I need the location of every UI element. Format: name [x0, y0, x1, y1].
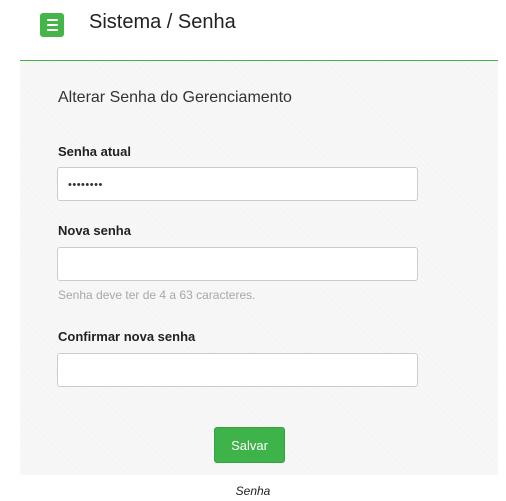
figure-caption: Senha: [235, 484, 271, 498]
confirm-password-label: Confirmar nova senha: [58, 329, 196, 344]
confirm-password-field[interactable]: [57, 353, 418, 387]
hamburger-menu-icon-bar: [46, 24, 58, 26]
hamburger-menu-icon-bar: [46, 29, 58, 31]
current-password-label: Senha atual: [58, 144, 131, 159]
save-button[interactable]: Salvar: [214, 427, 285, 463]
menu-button[interactable]: [40, 13, 64, 37]
hamburger-menu-icon: [46, 19, 58, 21]
page-title: Sistema / Senha: [89, 11, 236, 33]
new-password-label: Nova senha: [58, 223, 131, 238]
page-header: Sistema / Senha: [0, 0, 506, 60]
current-password-field[interactable]: [57, 167, 418, 201]
section-title: Alterar Senha do Gerenciamento: [58, 89, 292, 106]
page: Sistema / Senha Alterar Senha do Gerenci…: [0, 0, 506, 501]
new-password-field[interactable]: [57, 247, 418, 281]
current-password-value: ••••••••: [68, 179, 103, 191]
new-password-help-text: Senha deve ter de 4 a 63 caracteres.: [58, 288, 256, 302]
